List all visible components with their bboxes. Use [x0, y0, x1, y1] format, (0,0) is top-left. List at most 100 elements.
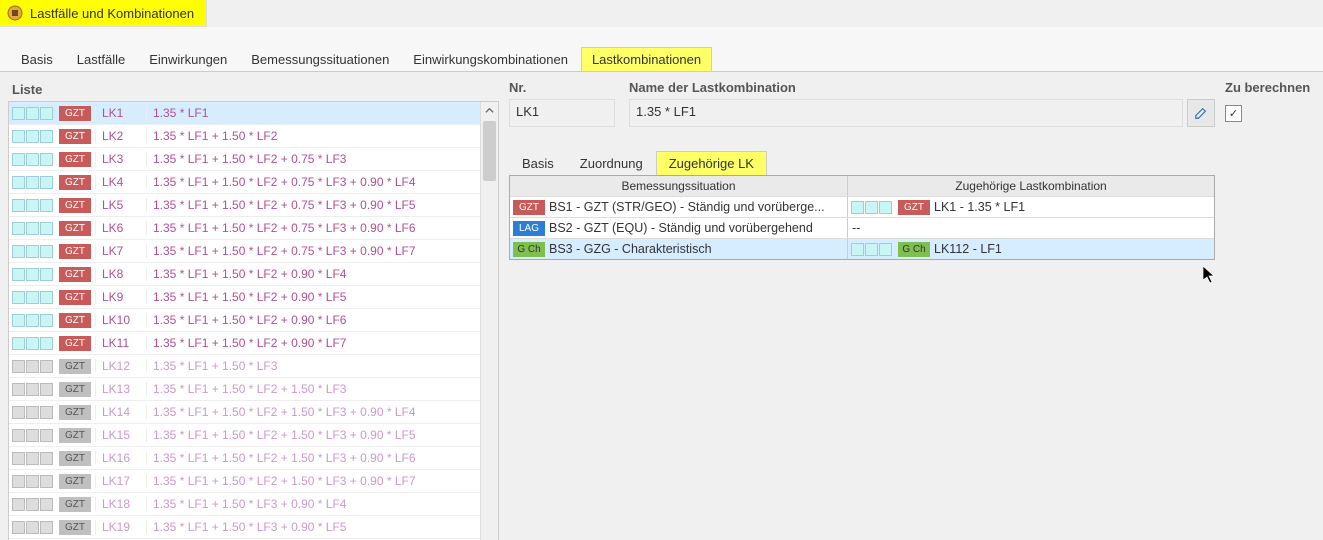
list-row[interactable]: GZTLK11.35 * LF1 [9, 102, 480, 125]
list-row[interactable]: GZTLK71.35 * LF1 + 1.50 * LF2 + 0.75 * L… [9, 240, 480, 263]
badge-gzt: GZT [59, 267, 91, 282]
list-row[interactable]: GZT LK41.35 * LF1 + 1.50 * LF2 + 0.75 * L… [9, 171, 480, 194]
lk-formula: 1.35 * LF1 + 1.50 * LF2 + 0.75 * LF3 + 0… [147, 198, 480, 212]
badge-gzt: GZT [513, 200, 545, 215]
grid-row[interactable]: G ChBS3 - GZG - CharakteristischG ChLK11… [510, 238, 1214, 259]
badge-gch: G Ch [513, 242, 545, 257]
subtab-zugehörige-lk[interactable]: Zugehörige LK [656, 151, 767, 175]
badge-lag: LAG [513, 221, 545, 236]
list-row[interactable]: GZT LK91.35 * LF1 + 1.50 * LF2 + 0.90 * L… [9, 286, 480, 309]
lk-id: LK1 [95, 106, 147, 120]
badge-gzt: GZT [59, 106, 91, 121]
name-field[interactable]: 1.35 * LF1 [629, 99, 1183, 127]
app-icon [6, 4, 24, 22]
list-row[interactable]: GZT LK81.35 * LF1 + 1.50 * LF2 + 0.90 * L… [9, 263, 480, 286]
grid-header-situation: Bemessungssituation [510, 176, 848, 196]
nr-field[interactable]: LK1 [509, 99, 615, 127]
lk-formula: 1.35 * LF1 + 1.50 * LF2 [147, 129, 480, 143]
badge-gzt: GZT [59, 152, 91, 167]
nr-label: Nr. [509, 80, 615, 95]
list-row[interactable]: GZT LK51.35 * LF1 + 1.50 * LF2 + 0.75 * L… [9, 194, 480, 217]
lk-formula: 1.35 * LF1 + 1.50 * LF2 + 0.75 * LF3 + 0… [147, 175, 480, 189]
badge-gzt: GZT [59, 428, 91, 443]
lk-id: LK9 [95, 290, 147, 304]
tab-basis[interactable]: Basis [10, 47, 64, 71]
combination-text: LK1 - 1.35 * LF1 [930, 200, 1025, 214]
situation-text: BS3 - GZG - Charakteristisch [545, 242, 712, 256]
design-situation-grid: Bemessungssituation Zugehörige Lastkombi… [509, 175, 1215, 260]
lk-formula: 1.35 * LF1 + 1.50 * LF3 + 0.90 * LF4 [147, 497, 480, 511]
list-scrollbar[interactable] [480, 102, 498, 540]
lk-id: LK18 [95, 497, 147, 511]
list-row[interactable]: GZTLK101.35 * LF1 + 1.50 * LF2 + 0.90 * … [9, 309, 480, 332]
lk-id: LK6 [95, 221, 147, 235]
badge-gzt: GZT [59, 175, 91, 190]
combination-text: -- [848, 221, 860, 235]
list-row[interactable]: GZTLK121.35 * LF1 + 1.50 * LF3 [9, 355, 480, 378]
combination-text: LK112 - LF1 [930, 242, 1002, 256]
tab-lastfälle[interactable]: Lastfälle [66, 47, 136, 71]
lk-id: LK2 [95, 129, 147, 143]
badge-gzt: GZT [59, 221, 91, 236]
edit-name-button[interactable] [1187, 99, 1215, 127]
list-row[interactable]: GZTLK151.35 * LF1 + 1.50 * LF2 + 1.50 * … [9, 424, 480, 447]
window-title-text: Lastfälle und Kombinationen [30, 6, 194, 21]
subtab-basis[interactable]: Basis [509, 151, 567, 175]
list-header: Liste [8, 80, 499, 101]
lk-id: LK8 [95, 267, 147, 281]
scroll-up-icon[interactable] [481, 102, 498, 119]
main-tabstrip: BasisLastfälleEinwirkungenBemessungssitu… [0, 45, 1323, 72]
list-row[interactable]: GZT LK181.35 * LF1 + 1.50 * LF3 + 0.90 * … [9, 493, 480, 516]
list-row[interactable]: GZTLK161.35 * LF1 + 1.50 * LF2 + 1.50 * … [9, 447, 480, 470]
lk-formula: 1.35 * LF1 + 1.50 * LF2 + 1.50 * LF3 + 0… [147, 405, 480, 419]
badge-gzt: GZT [59, 129, 91, 144]
grid-row[interactable]: GZTBS1 - GZT (STR/GEO) - Ständig und vor… [510, 196, 1214, 217]
list-row[interactable]: GZT LK31.35 * LF1 + 1.50 * LF2 + 0.75 * L… [9, 148, 480, 171]
lk-id: LK12 [95, 359, 147, 373]
grid-row[interactable]: LAGBS2 - GZT (EQU) - Ständig und vorüber… [510, 217, 1214, 238]
lk-id: LK19 [95, 520, 147, 534]
window-title: Lastfälle und Kombinationen [0, 0, 207, 27]
badge-gzt: GZT [59, 474, 91, 489]
lk-id: LK4 [95, 175, 147, 189]
tab-lastkombinationen[interactable]: Lastkombinationen [581, 47, 712, 71]
lk-id: LK5 [95, 198, 147, 212]
list-row[interactable]: GZTLK131.35 * LF1 + 1.50 * LF2 + 1.50 * … [9, 378, 480, 401]
lk-formula: 1.35 * LF1 + 1.50 * LF2 + 0.90 * LF5 [147, 290, 480, 304]
list-row[interactable]: GZT LK191.35 * LF1 + 1.50 * LF3 + 0.90 * … [9, 516, 480, 539]
badge-gzt: GZT [59, 451, 91, 466]
tab-einwirkungskombinationen[interactable]: Einwirkungskombinationen [402, 47, 579, 71]
list-row[interactable]: GZT LK171.35 * LF1 + 1.50 * LF2 + 1.50 * … [9, 470, 480, 493]
situation-text: BS2 - GZT (EQU) - Ständig und vorübergeh… [545, 221, 813, 235]
badge-gzt: GZT [59, 520, 91, 535]
badge-gzt: GZT [59, 497, 91, 512]
situation-text: BS1 - GZT (STR/GEO) - Ständig und vorübe… [545, 200, 825, 214]
lk-formula: 1.35 * LF1 + 1.50 * LF2 + 0.90 * LF4 [147, 267, 480, 281]
lk-formula: 1.35 * LF1 + 1.50 * LF2 + 1.50 * LF3 + 0… [147, 451, 480, 465]
lk-formula: 1.35 * LF1 + 1.50 * LF2 + 1.50 * LF3 + 0… [147, 474, 480, 488]
list-row[interactable]: GZTLK111.35 * LF1 + 1.50 * LF2 + 0.90 * … [9, 332, 480, 355]
list-row[interactable]: GZTLK141.35 * LF1 + 1.50 * LF2 + 1.50 * … [9, 401, 480, 424]
badge-gzt: GZT [59, 244, 91, 259]
subtab-zuordnung[interactable]: Zuordnung [567, 151, 656, 175]
tab-bemessungssituationen[interactable]: Bemessungssituationen [240, 47, 400, 71]
tab-einwirkungen[interactable]: Einwirkungen [138, 47, 238, 71]
list-row[interactable]: GZT LK61.35 * LF1 + 1.50 * LF2 + 0.75 * L… [9, 217, 480, 240]
badge-gzt: GZT [59, 198, 91, 213]
list-row[interactable]: GZT LK21.35 * LF1 + 1.50 * LF2 [9, 125, 480, 148]
lk-id: LK14 [95, 405, 147, 419]
pencil-icon [1194, 106, 1208, 120]
lk-id: LK10 [95, 313, 147, 327]
badge-gzt: GZT [59, 290, 91, 305]
lk-id: LK3 [95, 152, 147, 166]
lk-formula: 1.35 * LF1 + 1.50 * LF2 + 0.75 * LF3 [147, 152, 480, 166]
scroll-thumb[interactable] [483, 121, 496, 181]
badge-gzt: GZT [59, 359, 91, 374]
calc-label: Zu berechnen [1225, 80, 1315, 95]
calc-checkbox[interactable]: ✓ [1225, 105, 1242, 122]
lk-formula: 1.35 * LF1 + 1.50 * LF2 + 0.75 * LF3 + 0… [147, 221, 480, 235]
lk-id: LK17 [95, 474, 147, 488]
lk-id: LK7 [95, 244, 147, 258]
lk-formula: 1.35 * LF1 + 1.50 * LF3 + 0.90 * LF5 [147, 520, 480, 534]
lk-id: LK11 [95, 336, 147, 350]
